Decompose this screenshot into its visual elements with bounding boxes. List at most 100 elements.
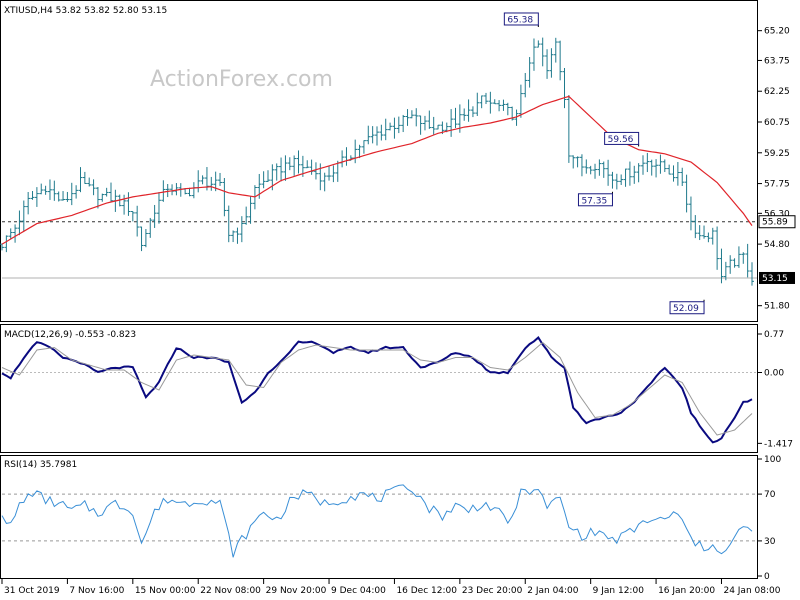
- price-bar: [645, 152, 650, 173]
- price-bar: [143, 229, 148, 248]
- xtick-label: 31 Oct 2019: [4, 586, 60, 596]
- price-bar: [427, 110, 432, 129]
- price-bar: [640, 155, 645, 175]
- price-series: 65.38 59.56 57.35 52.09: [0, 12, 757, 315]
- price-bar: [61, 191, 66, 201]
- annotation-label: 57.35: [581, 196, 607, 206]
- xtick-label: 24 Jan 08:00: [723, 586, 780, 596]
- price-bar: [283, 155, 288, 181]
- price-bar: [401, 114, 406, 133]
- xtick-label: 16 Jan 20:00: [658, 586, 715, 596]
- price-bar: [545, 49, 550, 79]
- price-bar: [606, 159, 611, 186]
- price-bar: [518, 84, 523, 118]
- price-bar: [531, 38, 536, 71]
- price-bar: [479, 95, 484, 109]
- price-bar: [174, 183, 179, 196]
- xtick-label: 16 Dec 12:00: [396, 586, 457, 596]
- price-bar: [69, 182, 74, 206]
- price-bar: [340, 150, 345, 168]
- price-bar: [501, 99, 506, 111]
- price-bar: [484, 92, 489, 105]
- price-bar: [623, 168, 628, 187]
- price-bar: [527, 57, 532, 88]
- price-bar: [453, 107, 458, 128]
- price-bar: [130, 211, 135, 222]
- price-bar: [313, 162, 318, 180]
- price-bar: [492, 99, 497, 105]
- price-bar: [710, 227, 715, 245]
- price-bar: [309, 159, 314, 175]
- annotation-label: 59.56: [608, 135, 634, 145]
- price-bar: [248, 196, 253, 224]
- price-bar: [327, 165, 332, 181]
- price-bar: [331, 165, 336, 183]
- price-bar: [296, 150, 301, 174]
- price-bar: [100, 193, 105, 202]
- price-bar: [750, 262, 754, 286]
- price-bar: [575, 156, 580, 168]
- price-bar: [684, 174, 689, 213]
- xtick-label: 9 Dec 04:00: [331, 586, 386, 596]
- price-bar: [322, 172, 327, 192]
- price-bar: [122, 194, 127, 215]
- price-bar: [654, 159, 659, 178]
- price-bar: [209, 176, 214, 191]
- price-bar: [148, 217, 153, 238]
- price-bar: [658, 154, 663, 174]
- price-bar: [431, 116, 436, 135]
- price-bar: [21, 200, 26, 232]
- price-bar: [649, 159, 654, 176]
- rsi-ytick-label: 70: [764, 490, 776, 500]
- price-bar: [161, 180, 166, 202]
- price-bar: [287, 157, 292, 171]
- price-bar: [627, 161, 632, 186]
- price-bar: [26, 192, 31, 215]
- price-bar: [222, 177, 227, 217]
- price-bar: [74, 185, 79, 199]
- price-bar: [405, 109, 410, 126]
- price-bar: [52, 180, 57, 201]
- price-panel-frame: [0, 0, 758, 322]
- current-price-label: 53.15: [762, 274, 788, 284]
- price-ytick-label: 60.75: [764, 118, 790, 128]
- price-ytick-label: 57.75: [764, 180, 790, 190]
- rsi-ytick-label: 0: [764, 572, 770, 582]
- xtick-label: 2 Jan 04:00: [527, 586, 579, 596]
- price-bar: [361, 140, 366, 154]
- price-ytick-label: 63.75: [764, 56, 790, 66]
- rsi-ytick-label: 100: [764, 455, 781, 465]
- price-bar: [392, 117, 397, 139]
- price-bar: [540, 37, 545, 67]
- price-bar: [488, 91, 493, 114]
- macd-ytick-label: 0.00: [764, 369, 784, 379]
- xtick-label: 23 Dec 20:00: [462, 586, 523, 596]
- price-bar: [231, 230, 236, 243]
- rsi-header: RSI(14) 35.7981: [4, 460, 77, 470]
- price-bar: [497, 100, 502, 112]
- annotation-label: 52.09: [673, 304, 699, 314]
- price-bar: [466, 99, 471, 122]
- price-bar: [562, 68, 567, 109]
- price-bar: [418, 115, 423, 135]
- price-bar: [261, 171, 266, 189]
- annotation-label: 65.38: [507, 15, 533, 25]
- price-bar: [736, 246, 741, 268]
- price-bar: [702, 225, 707, 239]
- price-bar: [697, 225, 702, 241]
- price-bar: [636, 163, 641, 183]
- price-header: XTIUSD,H4 53.82 53.82 52.80 53.15: [4, 6, 167, 16]
- price-bar: [619, 174, 624, 186]
- price-bar: [4, 235, 9, 253]
- price-bar: [584, 159, 589, 174]
- price-bar: [226, 205, 231, 243]
- price-bar: [732, 258, 737, 268]
- price-bar: [675, 162, 680, 186]
- price-bar: [196, 170, 201, 193]
- macd-panel-frame: [0, 324, 758, 453]
- price-bar: [388, 122, 393, 131]
- price-bar: [662, 159, 667, 173]
- price-bar: [39, 183, 44, 195]
- xtick-label: 9 Jan 12:00: [593, 586, 645, 596]
- price-bar: [82, 171, 87, 184]
